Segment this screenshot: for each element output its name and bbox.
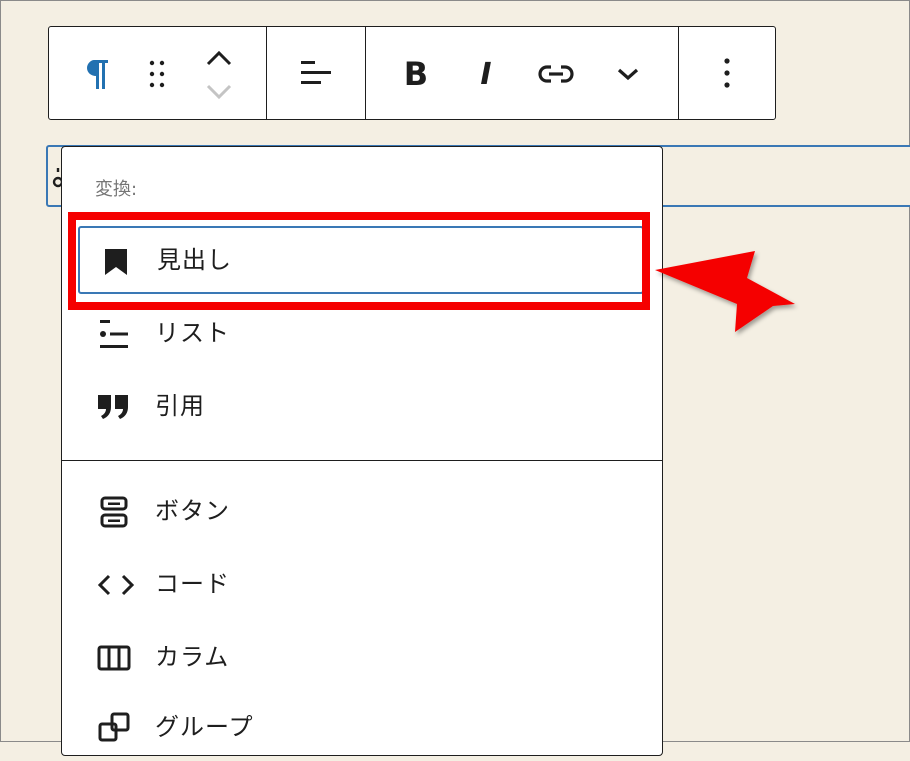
menu-item-label: コード	[155, 570, 230, 598]
options-group	[679, 27, 775, 119]
menu-item-code[interactable]: コード	[78, 550, 644, 618]
link-icon[interactable]	[534, 53, 578, 95]
bold-button[interactable]: B	[394, 53, 438, 95]
menu-item-label: ボタン	[155, 497, 230, 525]
group-icon	[96, 710, 132, 746]
block-switcher-group	[49, 27, 267, 119]
italic-button[interactable]: I	[464, 53, 508, 95]
move-down-icon[interactable]	[199, 77, 239, 107]
buttons-icon	[96, 494, 132, 530]
menu-item-label: 引用	[155, 392, 205, 420]
align-group	[267, 27, 366, 119]
menu-item-buttons[interactable]: ボタン	[78, 477, 644, 545]
paragraph-icon[interactable]	[77, 54, 117, 94]
menu-divider	[62, 460, 662, 461]
move-up-icon[interactable]	[199, 43, 239, 73]
more-options-icon[interactable]	[707, 53, 747, 93]
menu-item-columns[interactable]: カラム	[78, 623, 644, 691]
menu-item-label: グループ	[155, 713, 254, 741]
format-group: B I	[366, 27, 679, 119]
align-left-icon[interactable]	[296, 53, 336, 93]
code-icon	[96, 567, 135, 603]
annotation-highlight-box	[68, 212, 650, 310]
list-icon	[96, 316, 132, 352]
menu-item-label: カラム	[155, 643, 230, 671]
annotation-arrow-icon	[655, 248, 800, 342]
menu-item-quote[interactable]: 引用	[78, 372, 644, 440]
block-toolbar: B I	[48, 26, 776, 120]
columns-icon	[96, 640, 132, 676]
transform-section-label: 変換:	[95, 179, 138, 200]
quote-icon	[96, 389, 132, 425]
drag-handle-icon[interactable]	[137, 54, 177, 94]
menu-item-group[interactable]: グループ	[78, 693, 644, 761]
more-formats-chevron-icon[interactable]	[606, 53, 650, 95]
